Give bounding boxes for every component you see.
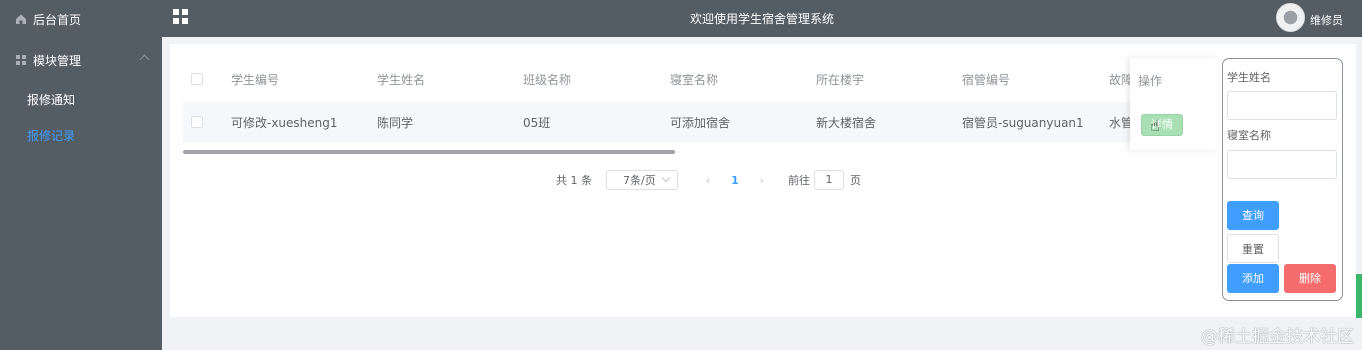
chevron-down-icon	[661, 173, 671, 183]
home-icon	[15, 13, 27, 25]
menu-item-module-management[interactable]: 模块管理	[0, 42, 162, 78]
menu-module-label: 模块管理	[33, 53, 82, 68]
dorm-name-label: 寝室名称	[1227, 129, 1271, 142]
goto-label: 前往	[788, 174, 810, 187]
goto-page-input[interactable]: 1	[814, 170, 844, 190]
page-number[interactable]: 1	[720, 174, 750, 187]
sidebar-item-label: 报修通知	[27, 92, 76, 107]
pagination-total: 共 1 条	[556, 174, 592, 187]
main-content: 学生编号 学生姓名 班级名称 寝室名称 所在楼宇 宿管编号 故障 可修改-xue…	[170, 44, 1356, 317]
select-all-checkbox[interactable]	[191, 64, 203, 94]
student-name-label: 学生姓名	[1227, 71, 1271, 84]
table-header: 学生编号 学生姓名 班级名称 寝室名称 所在楼宇 宿管编号 故障	[183, 64, 1143, 94]
table-cell: 宿管员-suguanyuan1	[962, 115, 1084, 130]
fixed-action-column: 操作 详情 ☝	[1130, 58, 1218, 150]
add-button[interactable]: 添加	[1227, 264, 1279, 293]
reset-button[interactable]: 重置	[1227, 234, 1279, 263]
sidebar-item-repair-records[interactable]: 报修记录	[0, 117, 162, 153]
sidebar-item-label: 报修记录	[27, 128, 76, 143]
prev-page-button[interactable]: ‹	[696, 174, 720, 187]
horizontal-scrollbar[interactable]	[183, 150, 675, 154]
query-button[interactable]: 查询	[1227, 201, 1279, 230]
top-header: 欢迎使用学生宿舍管理系统 维修员	[162, 0, 1362, 37]
sidebar-item-repair-notice[interactable]: 报修通知	[0, 81, 162, 117]
menu-item-home[interactable]: 后台首页	[0, 1, 162, 37]
column-header: 学生编号	[231, 72, 280, 87]
page-size-value: 7条/页	[623, 174, 656, 187]
chevron-up-icon[interactable]	[139, 54, 150, 65]
detail-button[interactable]: 详情	[1141, 114, 1183, 136]
pagination: 共 1 条 7条/页 ‹ 1 › 前往 1 页	[556, 170, 861, 190]
column-header: 所在楼宇	[816, 72, 865, 87]
page-title: 欢迎使用学生宿舍管理系统	[689, 12, 834, 26]
sidebar: 后台首页 模块管理 报修通知 报修记录	[0, 0, 162, 350]
page-unit-label: 页	[850, 174, 861, 187]
table-cell: 陈同学	[377, 115, 414, 130]
dorm-name-input[interactable]	[1227, 150, 1337, 179]
delete-button[interactable]: 删除	[1284, 264, 1336, 293]
table-cell: 可添加宿舍	[670, 115, 731, 130]
menu-home-label: 后台首页	[33, 12, 82, 27]
hand-cursor-icon: ☝	[1150, 116, 1160, 135]
table-cell: 可修改-xuesheng1	[231, 115, 338, 130]
next-page-button[interactable]: ›	[750, 174, 774, 187]
grid-menu-icon	[15, 54, 27, 66]
column-header: 操作	[1138, 74, 1163, 88]
column-header: 班级名称	[523, 72, 572, 87]
vertical-scrollbar[interactable]	[1356, 274, 1362, 318]
search-panel: 学生姓名 寝室名称 查询 重置 添加 删除	[1222, 58, 1343, 301]
table-row[interactable]: 可修改-xuesheng1 陈同学 05班 可添加宿舍 新大楼宿舍 宿管员-su…	[183, 102, 1143, 142]
student-name-input[interactable]	[1227, 91, 1337, 120]
avatar[interactable]	[1276, 3, 1305, 32]
column-header: 宿管编号	[962, 72, 1011, 87]
column-header: 寝室名称	[670, 72, 719, 87]
table-cell: 05班	[523, 115, 551, 130]
user-name[interactable]: 维修员	[1310, 12, 1343, 28]
page-size-select[interactable]: 7条/页	[606, 170, 678, 190]
table-cell: 新大楼宿舍	[816, 115, 877, 130]
column-header: 学生姓名	[377, 72, 426, 87]
row-checkbox[interactable]	[191, 102, 203, 142]
watermark: @稀土掘金技术社区	[1201, 327, 1354, 347]
